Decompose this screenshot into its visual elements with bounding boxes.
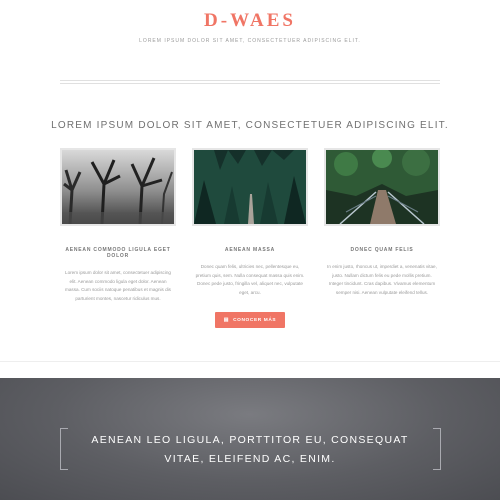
card-title: AENEAN COMMODO LIGULA EGET DOLOR [65,247,171,259]
document-icon: ▤ [223,317,230,323]
header-divider-line-1 [60,80,440,81]
quote-bracket-left-icon [60,428,68,470]
card-text: Lorem ipsum dolor sit amet, consectetuer… [65,270,171,301]
card-title: DONEC QUAM FELIS [350,247,414,253]
card-1: AENEAN COMMODO LIGULA EGET DOLOR Lorem i… [60,148,176,303]
card-title: AENEAN MASSA [224,247,276,253]
learn-more-button[interactable]: ▤ CONOCER MÁS [215,312,285,328]
card-image-forest-trees[interactable] [60,148,176,226]
quote-bracket-right-icon [433,428,441,470]
header-divider-line-2 [60,83,440,84]
card-image-forest-path[interactable] [192,148,308,226]
tagline: LOREM IPSUM DOLOR SIT AMET, CONSECTETUER… [139,38,361,44]
card-image-forest-bridge[interactable] [324,148,440,226]
card-2: AENEAN MASSA Donec quam felis, ultricies… [192,148,308,297]
card-text: In enim justo, rhoncus ut, imperdiet a, … [327,264,437,295]
section-title: LOREM IPSUM DOLOR SIT AMET, CONSECTETUER… [51,120,449,131]
section-divider [0,361,500,362]
learn-more-label: CONOCER MÁS [233,317,277,323]
brand-logo[interactable]: D-WAES [0,10,500,32]
card-text: Donec quam felis, ultricies nec, pellent… [195,264,305,295]
quote-banner: AENEAN LEO LIGULA, PORTTITOR EU, CONSEQU… [0,378,500,500]
card-3: DONEC QUAM FELIS In enim justo, rhoncus … [324,148,440,297]
banner-quote: AENEAN LEO LIGULA, PORTTITOR EU, CONSEQU… [91,434,409,465]
